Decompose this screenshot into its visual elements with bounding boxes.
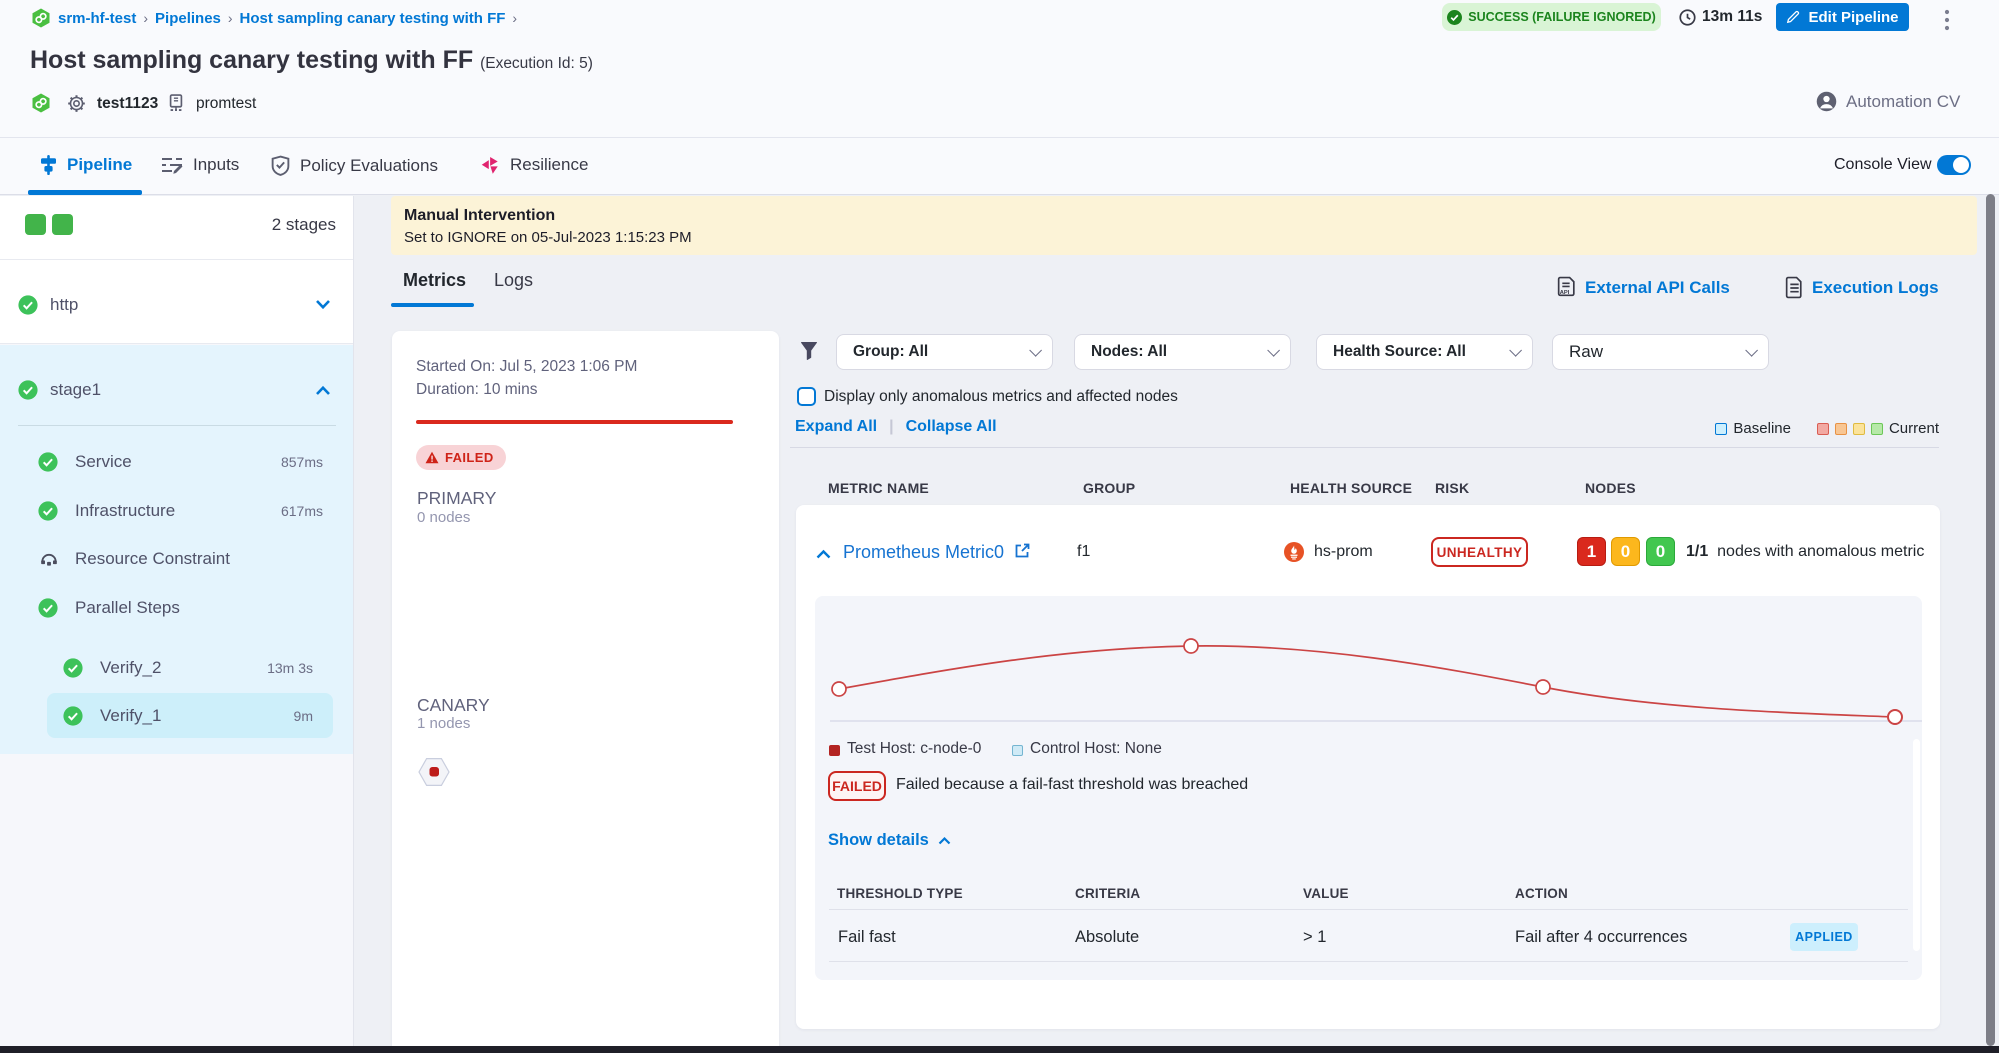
svg-text:API: API (1560, 290, 1570, 296)
